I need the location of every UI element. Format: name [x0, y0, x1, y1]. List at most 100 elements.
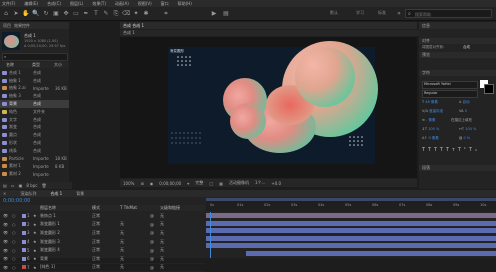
- parent-pickwhip-icon[interactable]: @: [150, 230, 154, 235]
- horizontal-scale-field[interactable]: ↔T 100 %: [459, 127, 476, 131]
- menu-composition[interactable]: 合成(C): [47, 1, 61, 7]
- selection-tool-icon[interactable]: ➤: [12, 10, 20, 18]
- play-icon[interactable]: ▶: [210, 10, 218, 18]
- home-icon[interactable]: ⌂: [2, 10, 10, 18]
- layer-mode[interactable]: 正常: [92, 247, 100, 253]
- solo-icon[interactable]: ○: [12, 265, 16, 270]
- parent-pickwhip-icon[interactable]: @: [150, 265, 154, 270]
- solo-icon[interactable]: ○: [12, 213, 16, 218]
- eraser-tool-icon[interactable]: ⌫: [122, 10, 130, 18]
- preview-header[interactable]: 预览: [419, 52, 496, 58]
- solo-icon[interactable]: ○: [12, 230, 16, 235]
- menu-view[interactable]: 视图(V): [138, 1, 152, 7]
- layer-mode[interactable]: 正常: [92, 256, 100, 262]
- header-name[interactable]: 名称: [0, 62, 32, 68]
- tab-project[interactable]: 项目: [3, 23, 11, 29]
- layer-name[interactable]: 渐变圆形 3: [40, 239, 60, 245]
- pan-behind-tool-icon[interactable]: ✥: [62, 10, 70, 18]
- camera-icon[interactable]: ⌖: [187, 181, 189, 186]
- resolution-select[interactable]: 完整: [195, 180, 203, 186]
- timeline-tracks[interactable]: [206, 212, 496, 258]
- camera-tool-icon[interactable]: ▣: [52, 10, 60, 18]
- timeline-timecode[interactable]: 0;00;00;00: [3, 198, 30, 204]
- current-time[interactable]: 0;00;00;00: [159, 181, 181, 186]
- brush-tool-icon[interactable]: ✎: [102, 10, 110, 18]
- roi-icon[interactable]: ▢: [209, 181, 213, 186]
- baseline-value[interactable]: 0 像素: [428, 136, 438, 140]
- font-size-field[interactable]: T 48 像素: [422, 100, 438, 105]
- layer-mode[interactable]: 正常: [92, 230, 100, 236]
- close-icon[interactable]: ×: [3, 191, 6, 196]
- project-item[interactable]: 合成 1 合成: [0, 69, 69, 77]
- layer-label-color[interactable]: [22, 248, 26, 253]
- col-parent[interactable]: 父级和链接: [160, 205, 180, 211]
- rectangle-tool-icon[interactable]: ▭: [72, 10, 80, 18]
- rotate-tool-icon[interactable]: ↻: [42, 10, 50, 18]
- menu-window[interactable]: 窗口: [161, 1, 169, 7]
- hand-tool-icon[interactable]: ✋: [22, 10, 30, 18]
- project-item[interactable]: 纯色 文件夹: [0, 108, 69, 116]
- vertical-scale-value[interactable]: 100 %: [428, 127, 439, 131]
- tab-effect-controls[interactable]: 效果控件: [14, 23, 30, 29]
- layer-label-color[interactable]: [22, 265, 26, 270]
- workspace-learn[interactable]: 学习: [356, 10, 364, 16]
- transparency-icon[interactable]: ▦: [219, 181, 223, 186]
- viewer-canvas-area[interactable]: 渐变圆形: [120, 37, 417, 178]
- header-size[interactable]: 大小: [54, 62, 62, 68]
- leading-value[interactable]: 自动: [463, 100, 470, 104]
- layer-trkmat[interactable]: 无: [120, 247, 124, 253]
- align-header[interactable]: 对齐: [419, 38, 496, 44]
- bit-depth[interactable]: 8 bpc: [26, 183, 37, 188]
- col-trkmat[interactable]: T TrkMat: [120, 205, 137, 210]
- character-header[interactable]: 字符: [419, 70, 496, 76]
- layer-parent[interactable]: 无: [160, 239, 164, 245]
- col-mode[interactable]: 模式: [92, 205, 100, 211]
- viewer-breadcrumb[interactable]: 合成 1: [120, 30, 420, 36]
- layer-name[interactable]: 装饰点 1: [40, 213, 56, 219]
- snapshot-icon[interactable]: ◉: [150, 181, 154, 186]
- views-select[interactable]: 1个...: [255, 180, 265, 186]
- table-row[interactable]: 👁 ○ 5 ★ 渐变圆形 4 正常 无 @ 无: [0, 246, 205, 255]
- layer-parent[interactable]: 无: [160, 256, 164, 262]
- layer-parent[interactable]: 无: [160, 230, 164, 236]
- layer-trkmat[interactable]: 无: [120, 264, 124, 270]
- project-item[interactable]: 背景 合成: [0, 100, 69, 108]
- table-row[interactable]: 👁 ○ 3 ★ 渐变圆形 2 正常 无 @ 无: [0, 229, 205, 238]
- time-ruler[interactable]: 0s 01s 02s 03s 04s 05s 06s 07s 08s 09s 10s: [206, 198, 496, 211]
- kerning-field[interactable]: V/A 度量标准: [422, 109, 443, 114]
- visibility-eye-icon[interactable]: 👁: [3, 239, 8, 244]
- project-item[interactable]: 渐变 合成: [0, 124, 69, 132]
- layer-parent[interactable]: 无: [160, 264, 164, 270]
- solo-icon[interactable]: ○: [12, 256, 16, 261]
- menu-help[interactable]: 帮助(H): [178, 1, 192, 7]
- visibility-eye-icon[interactable]: 👁: [3, 248, 8, 253]
- font-family-select[interactable]: Microsoft YaHei: [422, 81, 478, 89]
- font-size-value[interactable]: 48 像素: [425, 100, 438, 104]
- menu-edit[interactable]: 编辑(E): [24, 1, 38, 7]
- paragraph-header[interactable]: 段落: [419, 165, 496, 171]
- layer-mode[interactable]: 正常: [92, 239, 100, 245]
- menu-effect[interactable]: 效果(T): [92, 1, 106, 7]
- track-bar-3[interactable]: [206, 228, 496, 233]
- track-bar-4[interactable]: [206, 236, 496, 241]
- zoom-level[interactable]: 100%: [123, 181, 134, 186]
- visibility-eye-icon[interactable]: 👁: [3, 256, 8, 261]
- layer-label-color[interactable]: [22, 213, 26, 218]
- camera-select[interactable]: 活动摄像机: [229, 180, 249, 186]
- track-bar-5[interactable]: [206, 243, 496, 248]
- project-item[interactable]: 圆点 合成: [0, 131, 69, 139]
- layer-name[interactable]: 渐变圆形 2: [40, 230, 60, 236]
- project-item[interactable]: 线条 合成: [0, 147, 69, 155]
- solo-icon[interactable]: ○: [12, 222, 16, 227]
- tsume-value[interactable]: 0 %: [463, 136, 470, 140]
- visibility-eye-icon[interactable]: 👁: [3, 265, 8, 270]
- type-tool-icon[interactable]: T: [92, 10, 100, 18]
- stroke-width-field[interactable]: ≡ - 像素: [422, 118, 435, 123]
- new-folder-icon[interactable]: ▭: [11, 183, 15, 188]
- menu-file[interactable]: 文件(F): [2, 1, 15, 7]
- layer-mode[interactable]: 正常: [92, 221, 100, 227]
- delete-icon[interactable]: 🗑: [41, 183, 46, 188]
- parent-pickwhip-icon[interactable]: @: [150, 239, 154, 244]
- baseline-shift-field[interactable]: A↑ 0 像素: [422, 136, 439, 141]
- layer-mode[interactable]: 正常: [92, 213, 100, 219]
